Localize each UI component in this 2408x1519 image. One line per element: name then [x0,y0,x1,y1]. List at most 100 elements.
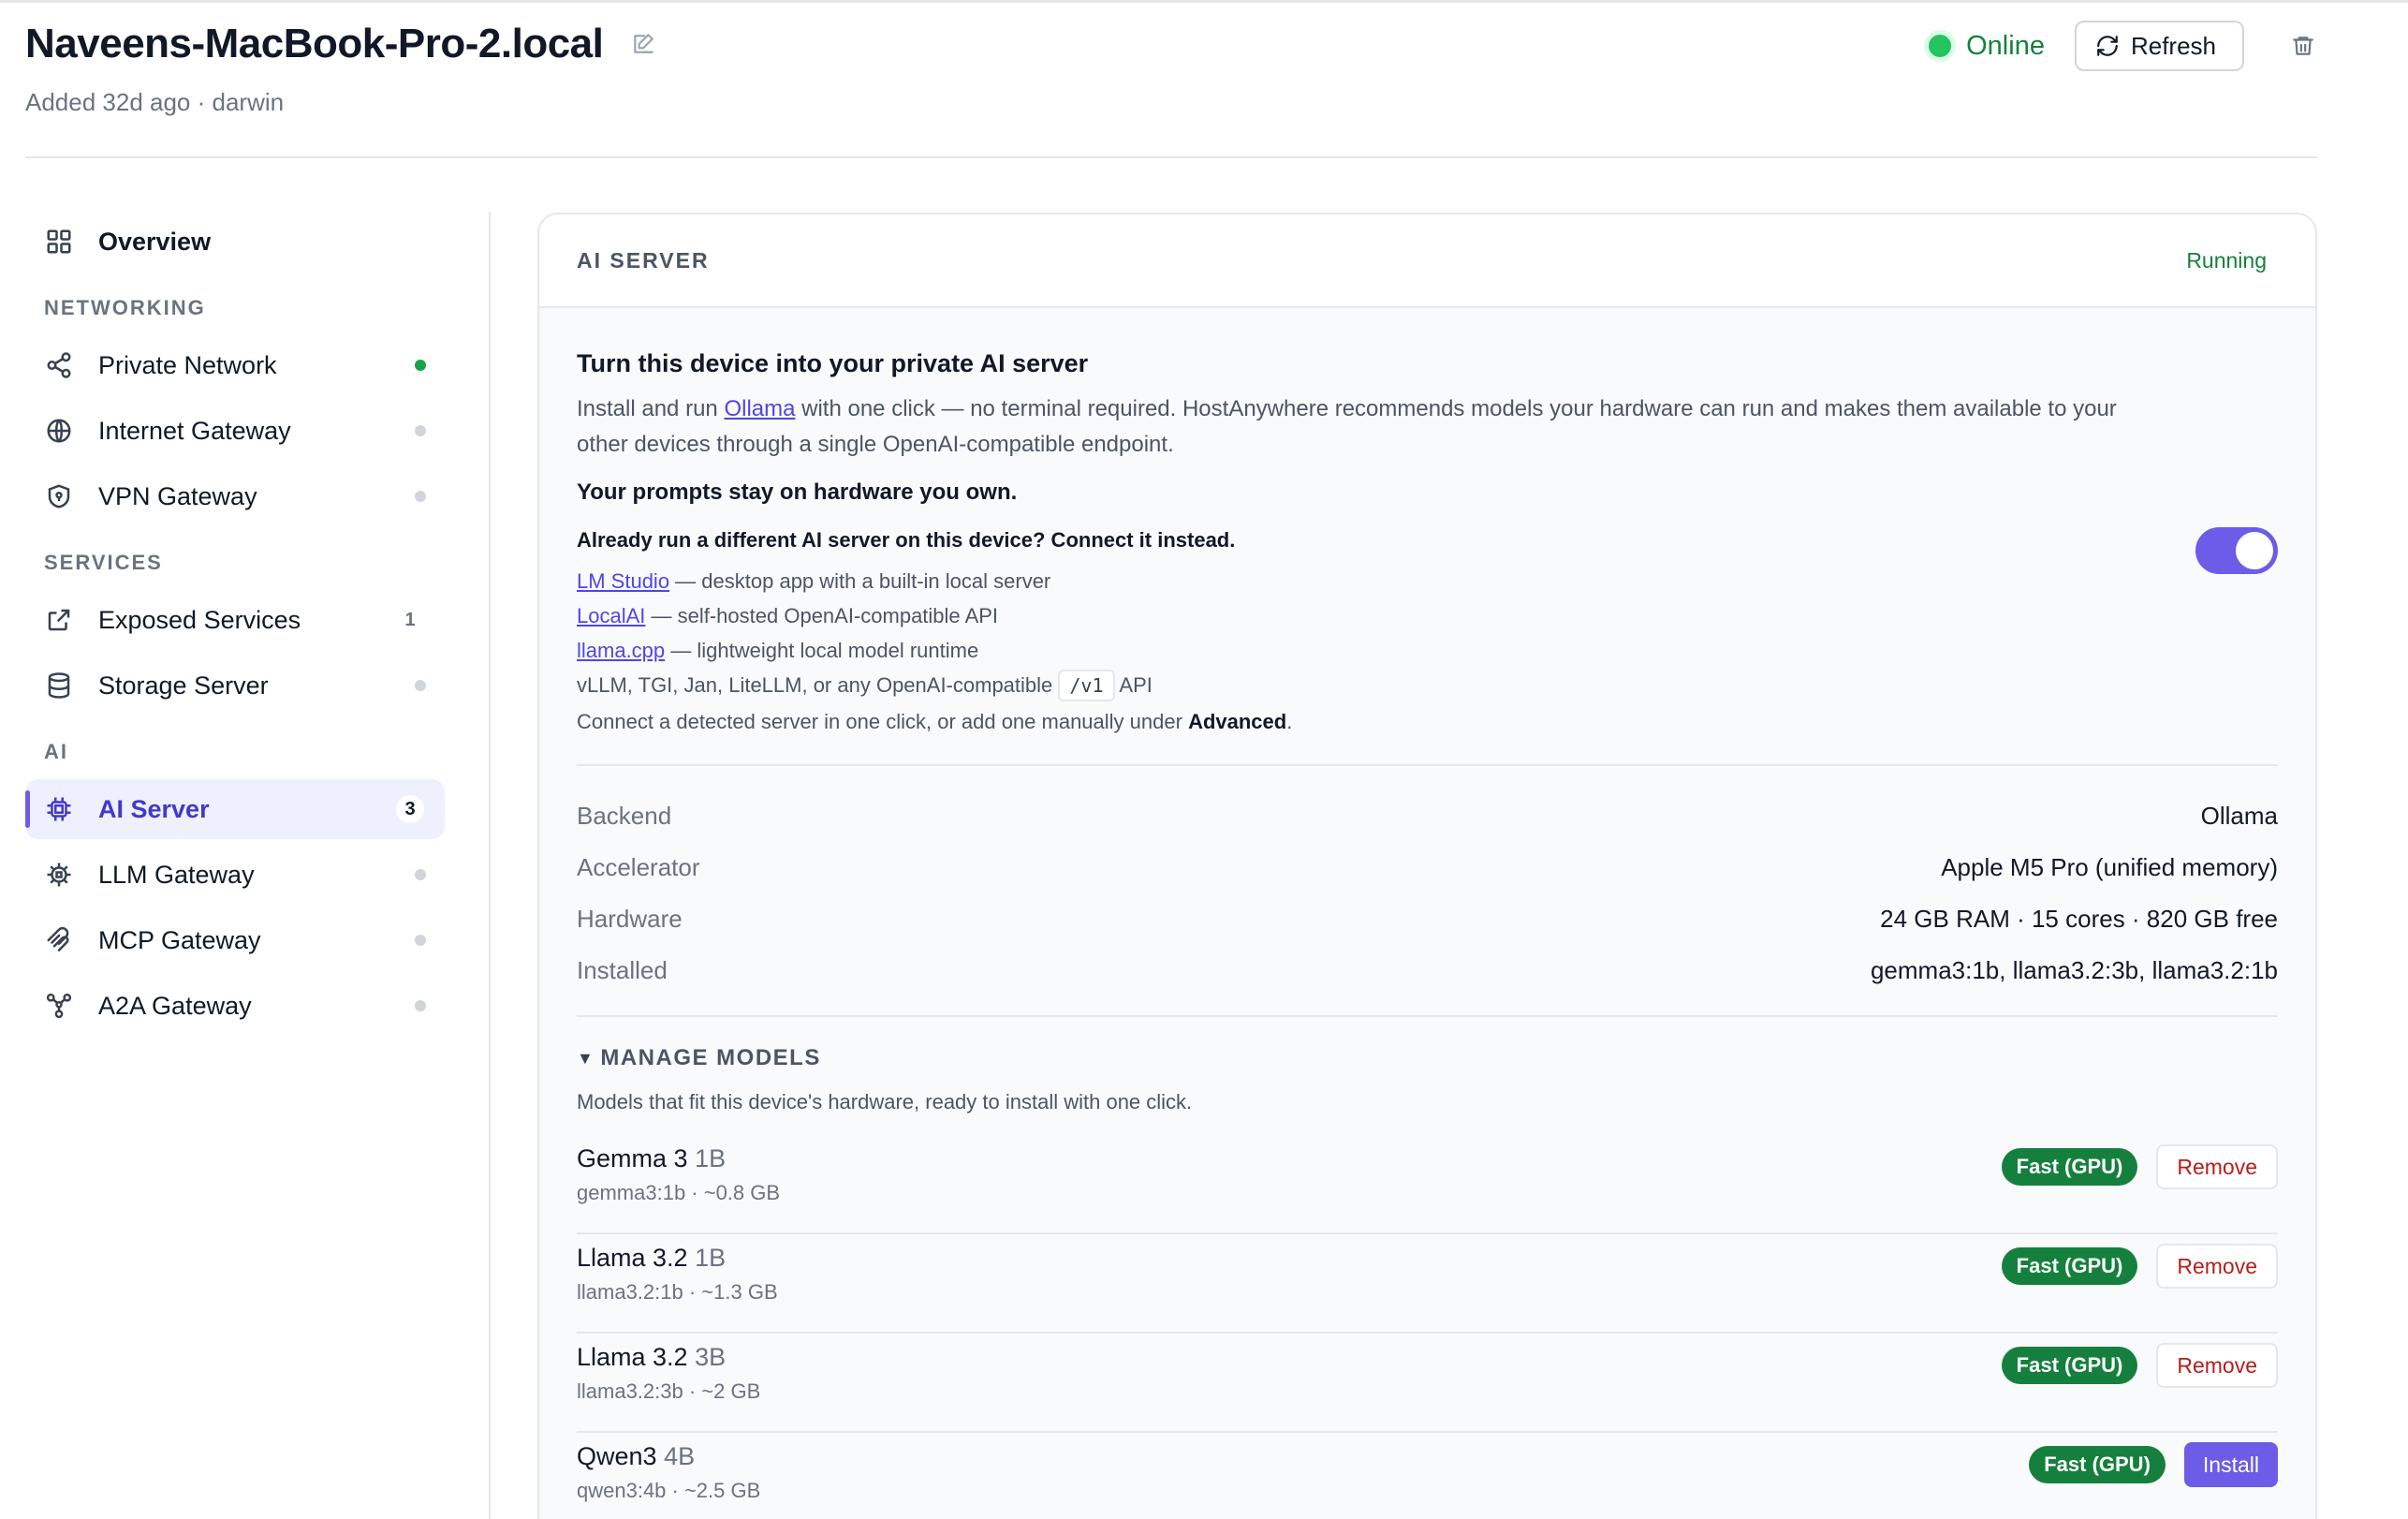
alternatives-title: Already run a different AI server on thi… [577,528,1236,552]
sidebar-item-label: Internet Gateway [98,416,291,445]
localai-link[interactable]: LocalAI [577,604,645,627]
connect-note: Connect a detected server in one click, … [577,710,2278,734]
count-badge: 1 [404,610,416,630]
card-title: AI SERVER [577,247,710,273]
sidebar-item-overview[interactable]: Overview [25,212,445,272]
fast-gpu-badge: Fast (GPU) [2001,1148,2138,1186]
ai-server-toggle[interactable] [2195,527,2278,574]
api-path-code: /v1 [1058,670,1115,701]
sidebar-item-storage-server[interactable]: Storage Server [25,656,445,715]
install-model-button[interactable]: Install [2183,1442,2278,1487]
sidebar-item-label: AI Server [98,794,210,823]
database-icon [44,671,74,701]
sidebar-item-label: MCP Gateway [98,925,261,954]
alternative-desc: — lightweight local model runtime [665,639,979,662]
sidebar-divider [489,212,491,1519]
manage-models-toggle[interactable]: ▼ MANAGE MODELS [577,1045,2278,1071]
sidebar-item-label: VPN Gateway [98,481,257,510]
model-actions: Fast (GPU) Remove [2001,1144,2278,1189]
edit-icon[interactable] [631,32,655,56]
model-size: 1B [695,1244,727,1272]
sidebar-item-exposed-services[interactable]: Exposed Services 1 [25,590,445,650]
count-badge: 3 [396,795,424,823]
intro-title: Turn this device into your private AI se… [577,349,1089,377]
sidebar-item-label: Private Network [98,350,277,379]
shield-icon [44,481,74,511]
manage-models-title: MANAGE MODELS [600,1045,821,1070]
spec-value: 24 GB RAM · 15 cores · 820 GB free [1880,905,2278,933]
alternative-other-pre: vLLM, TGI, Jan, LiteLLM, or any OpenAI-c… [577,673,1059,697]
sidebar-item-mcp-gateway[interactable]: MCP Gateway [25,910,445,970]
intro-text-pre: Install and run [577,396,725,421]
model-actions: Fast (GPU) Remove [2001,1244,2278,1289]
status-dot-inactive [415,491,426,502]
advanced-label: Advanced [1188,710,1287,733]
sidebar-item-label: Storage Server [98,671,269,700]
chip-icon [44,860,74,890]
spec-value: Ollama [2200,802,2278,830]
sidebar-nav: Overview NETWORKING Private Network Inte… [25,212,445,1041]
connect-note-pre: Connect a detected server in one click, … [577,710,1189,733]
section-label-services: SERVICES [44,551,163,574]
spec-row-backend: Backend Ollama [577,790,2278,842]
alternative-localai: LocalAI — self-hosted OpenAI-compatible … [577,598,2278,633]
alternative-llama-cpp: llama.cpp — lightweight local model runt… [577,633,2278,668]
refresh-button[interactable]: Refresh [2074,21,2244,71]
model-size: 1B [695,1144,727,1172]
model-size: 4B [664,1442,696,1470]
lm-studio-link[interactable]: LM Studio [577,569,669,593]
sidebar-item-label: LLM Gateway [98,860,255,889]
external-link-icon [44,605,74,635]
status-text: Online [1966,30,2045,61]
model-meta: qwen3:4b · ~2.5 GB [577,1479,761,1502]
sidebar-item-internet-gateway[interactable]: Internet Gateway [25,401,445,461]
device-subtitle: Added 32d ago · darwin [25,88,285,116]
model-actions: Fast (GPU) Install [2029,1442,2278,1487]
share-nodes-icon [44,350,74,380]
alternatives-list: LM Studio — desktop app with a built-in … [577,564,2278,702]
card-header: AI SERVER Running [539,214,2315,308]
header-actions: Online Refresh [1929,21,2317,71]
intro-text: Install and run Ollama with one click — … [577,391,2168,463]
alternative-lm-studio: LM Studio — desktop app with a built-in … [577,564,2278,598]
section-divider [577,1015,2278,1017]
sidebar-item-private-network[interactable]: Private Network [25,335,445,395]
cpu-icon [44,794,74,824]
model-row: Llama 3.2 1B llama3.2:1b · ~1.3 GB Fast … [577,1234,2278,1334]
model-name-text: Gemma 3 [577,1144,688,1172]
sidebar-item-llm-gateway[interactable]: LLM Gateway [25,845,445,905]
alternative-desc: — desktop app with a built-in local serv… [669,569,1051,593]
caret-down-icon: ▼ [577,1048,595,1068]
spec-key: Hardware [577,905,683,933]
ollama-link[interactable]: Ollama [724,396,795,421]
sidebar-item-ai-server[interactable]: AI Server 3 [25,779,445,839]
sidebar-item-vpn-gateway[interactable]: VPN Gateway [25,466,445,526]
page-title: Naveens-MacBook-Pro-2.local [25,21,604,66]
spec-value: Apple M5 Pro (unified memory) [1941,853,2278,881]
globe-icon [44,416,74,446]
spec-list: Backend Ollama Accelerator Apple M5 Pro (u… [577,766,2278,996]
fast-gpu-badge: Fast (GPU) [2001,1347,2138,1384]
model-row: Qwen3 4B qwen3:4b · ~2.5 GB Fast (GPU) I… [577,1433,2278,1519]
sidebar-item-a2a-gateway[interactable]: A2A Gateway [25,976,445,1036]
remove-model-button[interactable]: Remove [2156,1144,2278,1189]
fast-gpu-badge: Fast (GPU) [2001,1247,2138,1285]
remove-model-button[interactable]: Remove [2156,1244,2278,1289]
status-dot-inactive [415,680,426,691]
toggle-knob [2236,532,2273,569]
header-divider [25,156,2317,158]
spec-key: Accelerator [577,853,700,881]
running-status: Running [2186,247,2267,273]
status-dot-inactive [415,425,426,436]
sidebar-item-label: Exposed Services [98,605,301,634]
sidebar-item-label: Overview [98,227,212,256]
mcp-icon [44,925,74,955]
spec-row-installed: Installed gemma3:1b, llama3.2:3b, llama3.… [577,945,2278,996]
fast-gpu-badge: Fast (GPU) [2029,1446,2166,1483]
alternative-desc: — self-hosted OpenAI-compatible API [645,604,999,627]
model-list: Gemma 3 1B gemma3:1b · ~0.8 GB Fast (GPU… [577,1135,2278,1519]
trash-icon[interactable] [2289,32,2317,60]
status-dot-inactive [415,935,426,946]
llama-cpp-link[interactable]: llama.cpp [577,639,665,662]
remove-model-button[interactable]: Remove [2156,1343,2278,1388]
